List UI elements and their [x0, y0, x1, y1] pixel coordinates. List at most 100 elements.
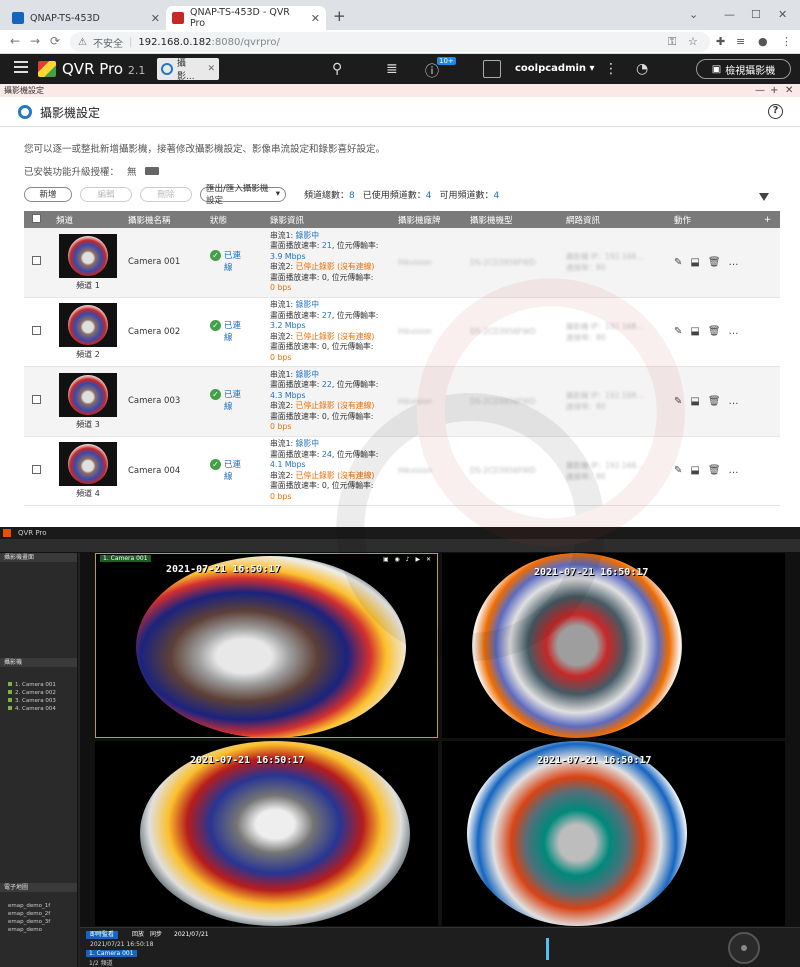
sidebar-camera-item[interactable]: 4. Camera 004	[0, 705, 77, 713]
row-checkbox[interactable]	[32, 395, 41, 405]
column-header[interactable]: 頻道	[48, 214, 120, 226]
more-icon[interactable]: …	[729, 465, 739, 476]
timeline-date[interactable]: 2021/07/21	[170, 931, 213, 939]
column-header[interactable]: 動作	[666, 214, 756, 226]
table-row[interactable]: 頻道 2 Camera 002 ✓ 已連線 串流1: 錄影中 畫面播放速率: 2…	[24, 298, 780, 367]
tab-playback[interactable]: 回放	[128, 931, 148, 939]
monitor-icon[interactable]: ⬓	[690, 257, 699, 268]
edit-icon[interactable]: ✎	[674, 465, 682, 476]
edit-icon[interactable]: ✎	[674, 326, 682, 337]
browser-tab-2[interactable]: QNAP-TS-453D - QVR Pro ✕	[166, 6, 326, 30]
filter-icon[interactable]	[759, 193, 769, 201]
timeline-camera[interactable]: 1. Camera 001	[86, 950, 137, 957]
sidebar-camera-item[interactable]: 2. Camera 002	[0, 689, 77, 697]
minimize-icon[interactable]: —	[724, 8, 735, 21]
sidebar-section-header[interactable]: 攝影機畫面	[0, 553, 77, 562]
username-menu[interactable]: coolpcadmin ▾	[515, 63, 595, 74]
ptz-joystick[interactable]	[728, 932, 760, 964]
camera-thumbnail[interactable]	[59, 372, 117, 417]
video-pane[interactable]: 2021-07-21 16:50:17	[442, 741, 785, 926]
reload-icon[interactable]: ⟳	[50, 34, 60, 48]
row-checkbox[interactable]	[32, 464, 41, 474]
tasks-icon[interactable]: ≣	[386, 61, 398, 77]
close-window-icon[interactable]: ✕	[778, 8, 787, 21]
video-pane[interactable]: 1. Camera 001 ▣ ◉ ♪ ▶ ✕ 2021-07-21 16:50…	[95, 553, 438, 738]
delete-icon[interactable]: 🗑	[708, 326, 721, 337]
table-row[interactable]: 頻道 4 Camera 004 ✓ 已連線 串流1: 錄影中 畫面播放速率: 2…	[24, 437, 780, 506]
new-tab-icon[interactable]: +	[333, 7, 346, 25]
emap-item[interactable]: emap_demo_2f	[0, 910, 77, 918]
minimize-icon[interactable]: —	[755, 84, 765, 97]
monitor-icon[interactable]: ⬓	[690, 465, 699, 476]
pane-toolbar[interactable]: ▣ ◉ ♪ ▶ ✕	[383, 556, 433, 563]
close-icon[interactable]: ✕	[151, 12, 160, 25]
more-icon[interactable]: …	[729, 326, 739, 337]
edit-button[interactable]: 編輯	[80, 186, 132, 202]
camera-thumbnail[interactable]	[59, 442, 117, 487]
more-icon[interactable]: …	[729, 257, 739, 268]
search-icon[interactable]: ⚲	[332, 61, 342, 77]
maximize-icon[interactable]: ☐	[751, 8, 761, 21]
table-row[interactable]: 頻道 1 Camera 001 ✓ 已連線 串流1: 錄影中 畫面播放速率: 2…	[24, 228, 780, 298]
sidebar-camera-item[interactable]: 1. Camera 001	[0, 681, 77, 689]
browser-tab-1[interactable]: QNAP-TS-453D ✕	[6, 6, 166, 30]
emap-item[interactable]: emap_demo_1f	[0, 902, 77, 910]
emap-item[interactable]: emap_demo_3f	[0, 918, 77, 926]
edit-icon[interactable]: ✎	[674, 396, 682, 407]
license-icon[interactable]	[144, 167, 159, 175]
timeline-cursor[interactable]	[546, 938, 549, 960]
forward-icon[interactable]: →	[30, 34, 40, 48]
delete-button[interactable]: 刪除	[140, 186, 192, 202]
tab-search-icon[interactable]: ⌄	[689, 8, 698, 21]
sidebar-section-header[interactable]: 電子地圖	[0, 883, 77, 892]
column-header[interactable]: 錄影資訊	[262, 214, 390, 226]
column-header[interactable]: 攝影機機型	[462, 214, 558, 226]
column-header[interactable]: 網路資訊	[558, 214, 666, 226]
edit-icon[interactable]: ✎	[674, 257, 682, 268]
camera-thumbnail[interactable]	[59, 233, 117, 278]
close-icon[interactable]: ✕	[207, 64, 215, 74]
bookmark-star-icon[interactable]: ☆	[688, 35, 698, 48]
help-icon[interactable]: ?	[768, 104, 783, 119]
row-checkbox[interactable]	[32, 325, 41, 335]
add-button[interactable]: 新增	[24, 186, 72, 202]
column-header[interactable]: 狀態	[202, 214, 262, 226]
user-avatar-icon[interactable]	[483, 60, 501, 78]
monitor-icon[interactable]: ⬓	[690, 396, 699, 407]
tab-camera-settings[interactable]: 攝影... ✕	[157, 58, 219, 82]
sidebar-camera-item[interactable]: 3. Camera 003	[0, 697, 77, 705]
add-column-button[interactable]: +	[756, 215, 780, 225]
delete-icon[interactable]: 🗑	[708, 396, 721, 407]
emap-item[interactable]: emap_demo	[0, 926, 77, 934]
back-icon[interactable]: ←	[10, 34, 20, 48]
profile-icon[interactable]: ●	[758, 35, 768, 48]
tab-sync[interactable]: 同步	[146, 931, 166, 939]
maximize-icon[interactable]: +	[770, 84, 778, 97]
sidebar-section-header[interactable]: 攝影機	[0, 658, 77, 667]
delete-icon[interactable]: 🗑	[708, 465, 721, 476]
table-row[interactable]: 頻道 3 Camera 003 ✓ 已連線 串流1: 錄影中 畫面播放速率: 2…	[24, 367, 780, 437]
more-icon[interactable]: …	[729, 396, 739, 407]
video-pane[interactable]: 2021-07-21 16:50:17	[95, 741, 438, 926]
more-options-icon[interactable]: ⋮	[604, 61, 618, 77]
key-icon[interactable]: ⚿	[668, 35, 676, 49]
select-all-checkbox[interactable]	[32, 213, 41, 223]
view-cameras-button[interactable]: ▣ 檢視攝影機	[696, 59, 791, 79]
column-header[interactable]: 攝影機廠牌	[390, 214, 462, 226]
media-icon[interactable]: ≡	[736, 35, 745, 48]
delete-icon[interactable]: 🗑	[708, 257, 721, 268]
tab-live[interactable]: 即時監看	[86, 931, 119, 939]
hamburger-menu-icon[interactable]	[14, 61, 28, 73]
camera-thumbnail[interactable]	[59, 303, 117, 348]
extensions-icon[interactable]: ✚	[716, 35, 725, 48]
close-icon[interactable]: ✕	[785, 84, 793, 97]
row-checkbox[interactable]	[32, 256, 41, 266]
monitor-icon[interactable]: ⬓	[690, 326, 699, 337]
column-header[interactable]: 攝影機名稱	[120, 214, 202, 226]
close-icon[interactable]: ✕	[311, 12, 320, 25]
dashboard-gauge-icon[interactable]: ◔	[636, 61, 648, 77]
import-export-dropdown[interactable]: 匯出/匯入攝影機設定 ▾	[200, 184, 286, 206]
menu-icon[interactable]: ⋮	[781, 35, 792, 48]
url-field[interactable]: ⚠ 不安全 | 192.168.0.182:8080/qvrpro/	[70, 32, 710, 52]
video-pane[interactable]: 2021-07-21 16:50:17	[442, 553, 785, 738]
